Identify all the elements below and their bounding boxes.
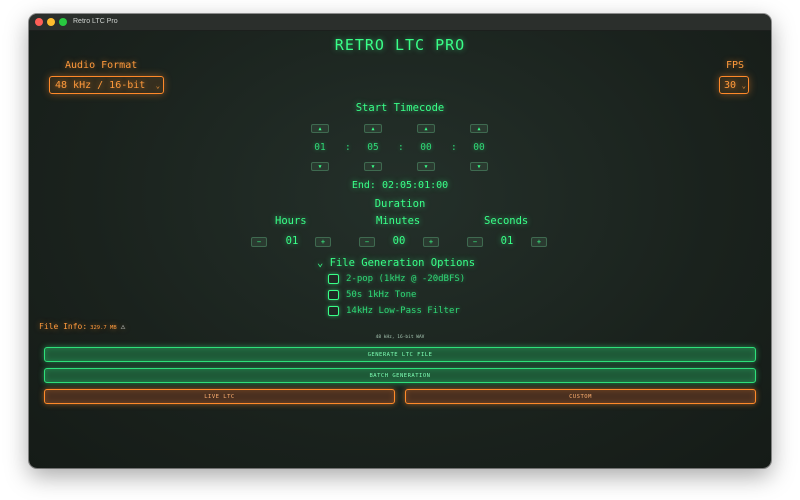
duration-seconds-increment-button[interactable]: + <box>531 237 547 247</box>
arrow-up-icon: ▲ <box>371 126 375 132</box>
checkbox-lowpass[interactable] <box>328 305 339 316</box>
frames-down-button[interactable]: ▼ <box>470 162 488 171</box>
file-generation-options-toggle[interactable]: ⌄ File Generation Options <box>317 257 475 269</box>
duration-minutes-value: 00 <box>392 235 406 247</box>
minutes-down-button[interactable]: ▼ <box>364 162 382 171</box>
option-tone[interactable]: 50s 1kHz Tone <box>328 289 416 301</box>
checkbox-2pop[interactable] <box>328 273 339 284</box>
arrow-down-icon: ▼ <box>371 164 375 170</box>
duration-hours-value: 01 <box>285 235 299 247</box>
checkbox-tone[interactable] <box>328 289 339 300</box>
file-size: 329.7 MB <box>90 325 117 331</box>
duration-minutes-decrement-button[interactable]: − <box>359 237 375 247</box>
minus-icon: − <box>364 238 370 246</box>
custom-button[interactable]: CUSTOM <box>405 389 756 404</box>
end-timecode: End: 02:05:01:00 <box>29 180 771 191</box>
warning-icon: ⚠ <box>120 322 126 331</box>
arrow-up-icon: ▲ <box>318 126 322 132</box>
plus-icon: + <box>320 238 326 246</box>
plus-icon: + <box>428 238 434 246</box>
duration-seconds-decrement-button[interactable]: − <box>467 237 483 247</box>
chevron-down-icon: ⌄ <box>155 82 160 90</box>
seconds-down-button[interactable]: ▼ <box>417 162 435 171</box>
file-info: File Info: 329.7 MB ⚠ <box>39 322 126 331</box>
timecode-hours[interactable]: 01 <box>308 142 332 153</box>
duration-label: Duration <box>374 198 426 210</box>
start-timecode-label: Start Timecode <box>355 102 445 114</box>
seconds-up-button[interactable]: ▲ <box>417 124 435 133</box>
minimize-window-button[interactable] <box>47 18 55 26</box>
arrow-down-icon: ▼ <box>318 164 322 170</box>
frames-up-button[interactable]: ▲ <box>470 124 488 133</box>
end-value: 02:05:01:00 <box>381 180 449 191</box>
option-lowpass-label: 14kHz Low-Pass Filter <box>346 306 460 316</box>
timecode-separator: : <box>345 142 351 153</box>
minutes-up-button[interactable]: ▲ <box>364 124 382 133</box>
hours-up-button[interactable]: ▲ <box>311 124 329 133</box>
timecode-minutes[interactable]: 05 <box>361 142 385 153</box>
duration-seconds-label: Seconds <box>484 215 529 227</box>
arrow-up-icon: ▲ <box>424 126 428 132</box>
timecode-separator: : <box>451 142 457 153</box>
chevron-down-icon: ⌄ <box>741 82 746 90</box>
arrow-down-icon: ▼ <box>477 164 481 170</box>
generate-ltc-file-button[interactable]: GENERATE LTC FILE <box>44 347 756 362</box>
minus-icon: − <box>256 238 262 246</box>
fps-value: 30 <box>724 80 737 91</box>
timecode-frames[interactable]: 00 <box>467 142 491 153</box>
arrow-up-icon: ▲ <box>477 126 481 132</box>
fps-label: FPS <box>726 60 745 71</box>
hours-down-button[interactable]: ▼ <box>311 162 329 171</box>
timecode-seconds[interactable]: 00 <box>414 142 438 153</box>
end-label: End: <box>351 180 376 191</box>
app-window: Retro LTC Pro RETRO LTC PRO Audio Format… <box>29 14 771 468</box>
duration-seconds-value: 01 <box>500 235 514 247</box>
format-note: 48 kHz, 16-bit WAV <box>375 335 425 340</box>
duration-minutes-increment-button[interactable]: + <box>423 237 439 247</box>
title-bar: Retro LTC Pro <box>29 14 771 31</box>
duration-hours-decrement-button[interactable]: − <box>251 237 267 247</box>
live-ltc-button[interactable]: LIVE LTC <box>44 389 395 404</box>
duration-hours-label: Hours <box>275 215 307 227</box>
file-info-label: File Info: <box>39 322 88 331</box>
option-2pop-label: 2-pop (1kHz @ -20dBFS) <box>346 274 466 284</box>
batch-generation-button[interactable]: BATCH GENERATION <box>44 368 756 383</box>
option-tone-label: 50s 1kHz Tone <box>346 290 417 300</box>
fps-select[interactable]: 30 ⌄ <box>719 76 749 94</box>
audio-format-select[interactable]: 48 kHz / 16-bit ⌄ <box>49 76 164 94</box>
audio-format-label: Audio Format <box>65 60 138 71</box>
file-generation-options-label: File Generation Options <box>329 257 476 269</box>
option-lowpass[interactable]: 14kHz Low-Pass Filter <box>328 305 460 317</box>
app-title: RETRO LTC PRO <box>334 36 466 54</box>
close-window-button[interactable] <box>35 18 43 26</box>
minus-icon: − <box>472 238 478 246</box>
arrow-down-icon: ▼ <box>424 164 428 170</box>
disclosure-chevron-icon: ⌄ <box>317 257 324 269</box>
option-2pop[interactable]: 2-pop (1kHz @ -20dBFS) <box>328 273 465 285</box>
duration-minutes-label: Minutes <box>376 215 421 227</box>
plus-icon: + <box>536 238 542 246</box>
timecode-separator: : <box>398 142 404 153</box>
window-title: Retro LTC Pro <box>73 18 118 25</box>
audio-format-value: 48 kHz / 16-bit <box>55 80 146 91</box>
maximize-window-button[interactable] <box>59 18 67 26</box>
duration-hours-increment-button[interactable]: + <box>315 237 331 247</box>
